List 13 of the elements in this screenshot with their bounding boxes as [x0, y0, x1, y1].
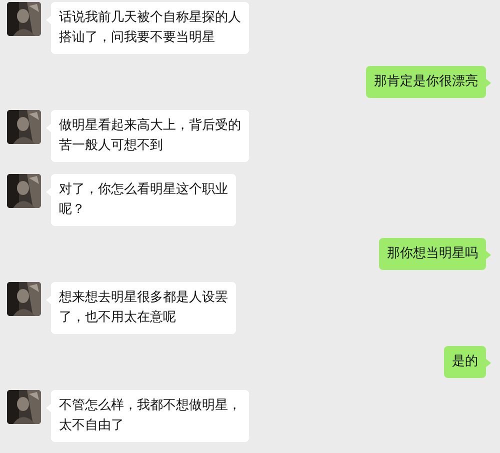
message-text: 那你想当明星吗 [387, 245, 478, 263]
message-text: 对了，你怎么看明星这个职业 [59, 181, 228, 199]
message-text: 搭讪了，问我要不要当明星 [59, 29, 215, 47]
message-text: 太不自由了 [59, 417, 124, 435]
message-text: 想来想去明星很多都是人设罢 [59, 289, 228, 307]
message-text: 不管怎么样，我都不想做明星， [59, 397, 241, 415]
message-text: 呢？ [59, 201, 85, 219]
message-text: 话说我前几天被个自称星探的人 [59, 9, 241, 27]
message-text: 了，也不用太在意呢 [59, 309, 176, 327]
message-text: 是的 [452, 353, 478, 371]
message-text: 做明星看起来高大上，背后受的 [59, 117, 241, 135]
message-text: 苦一般人可想不到 [59, 137, 163, 155]
message-text: 那肯定是你很漂亮 [374, 73, 478, 91]
